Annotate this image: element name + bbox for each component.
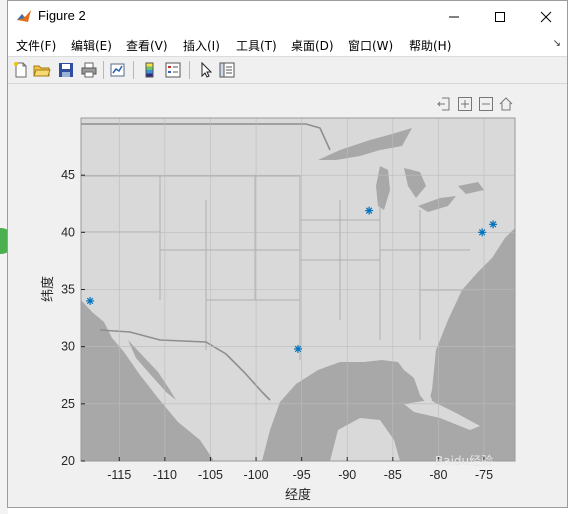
x-tick-label: -80 <box>429 468 447 482</box>
y-tick-label: 40 <box>61 225 75 239</box>
map-plot: -115 -110 -105 -100 -95 -90 -85 -80 -75 20 25 30 35 4… <box>40 117 516 503</box>
x-axis-label: 经度 <box>285 487 311 503</box>
data-point-asterisk <box>365 206 374 215</box>
x-tick-label: -75 <box>475 468 493 482</box>
y-tick-label: 25 <box>61 397 75 411</box>
basemap <box>81 118 515 461</box>
x-tick-label: -105 <box>198 468 223 482</box>
y-tick-label: 20 <box>61 454 75 468</box>
x-tick-label: -115 <box>107 468 131 482</box>
x-tick-label: -85 <box>384 468 402 482</box>
x-tick-label: -110 <box>153 468 177 482</box>
data-point-asterisk <box>294 344 302 353</box>
x-tick-label: -90 <box>338 468 356 482</box>
x-tick-label: -95 <box>293 468 311 482</box>
data-point-asterisk <box>489 220 498 229</box>
y-tick-label: 45 <box>61 168 75 182</box>
y-tick-label: 30 <box>61 340 75 354</box>
y-axis-label: 纬度 <box>40 276 56 302</box>
y-tick-label: 35 <box>61 283 75 297</box>
x-tick-label: -100 <box>244 468 269 482</box>
watermark: Baidu经验 <box>435 454 494 468</box>
